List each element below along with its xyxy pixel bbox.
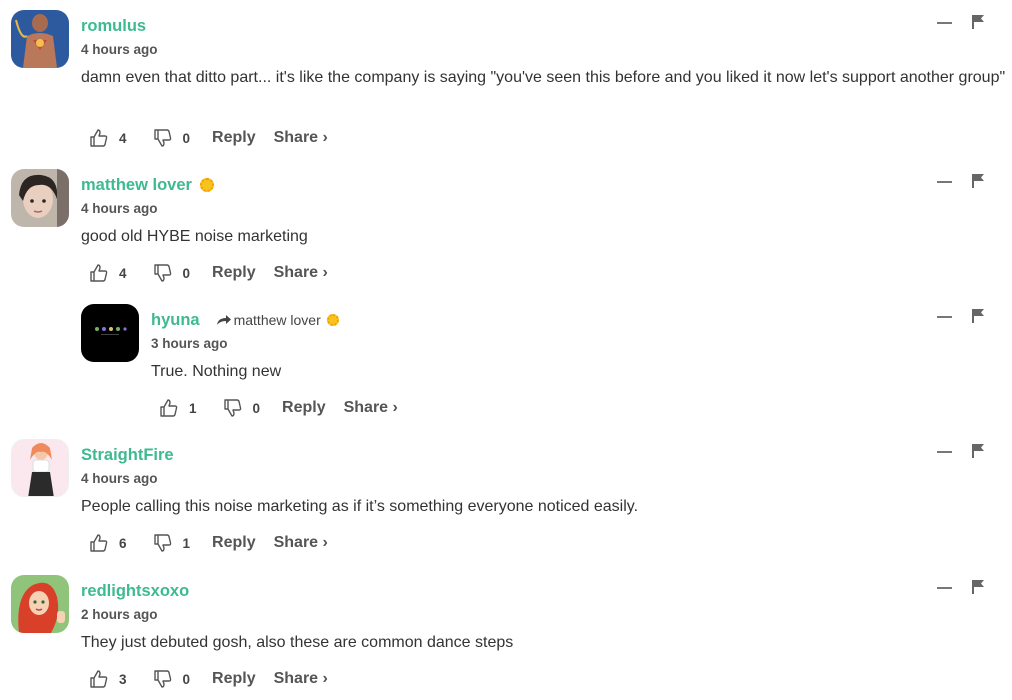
- thumbs-down-icon: [153, 129, 171, 147]
- comment-actions: 1 0 Reply Share ›: [159, 397, 398, 419]
- comment-actions: 4 0 Reply Share ›: [89, 262, 328, 284]
- comment-header: StraightFire: [81, 444, 174, 466]
- comment-header: redlightsxoxo: [81, 580, 189, 602]
- dislike-button[interactable]: 1: [153, 533, 191, 553]
- comment-text: People calling this noise marketing as i…: [81, 498, 639, 515]
- comment-header: hyuna matthew lover: [151, 309, 339, 331]
- share-button[interactable]: Share ›: [274, 670, 328, 688]
- thumbs-up-icon: [90, 534, 108, 552]
- avatar[interactable]: [11, 10, 69, 68]
- minimize-icon[interactable]: [937, 587, 952, 589]
- like-count: 6: [119, 535, 127, 551]
- thumbs-down-icon: [153, 670, 171, 688]
- dislike-count: 1: [182, 535, 191, 551]
- flag-icon[interactable]: [971, 579, 985, 595]
- reply-to-username: matthew lover: [233, 312, 321, 328]
- dislike-count: 0: [182, 671, 191, 687]
- minimize-icon[interactable]: [937, 22, 952, 24]
- share-button[interactable]: Share ›: [274, 129, 328, 147]
- minimize-icon[interactable]: [937, 451, 952, 453]
- dislike-count: 0: [182, 130, 191, 146]
- reply-button[interactable]: Reply: [212, 264, 256, 282]
- reply-button[interactable]: Reply: [212, 129, 256, 147]
- thumbs-up-icon: [160, 399, 178, 417]
- like-count: 4: [119, 265, 127, 281]
- dislike-count: 0: [182, 265, 191, 281]
- avatar[interactable]: [11, 439, 69, 497]
- username[interactable]: redlightsxoxo: [81, 582, 189, 601]
- share-button[interactable]: Share ›: [274, 534, 328, 552]
- comment-actions: 3 0 Reply Share ›: [89, 668, 328, 690]
- thumbs-down-icon: [153, 264, 171, 282]
- reply-button[interactable]: Reply: [212, 670, 256, 688]
- username[interactable]: hyuna: [151, 311, 200, 330]
- minimize-icon[interactable]: [937, 181, 952, 183]
- comment-text: damn even that ditto part... it's like t…: [81, 69, 1006, 86]
- comment-actions: 6 1 Reply Share ›: [89, 532, 328, 554]
- username[interactable]: StraightFire: [81, 446, 174, 465]
- timestamp: 4 hours ago: [81, 201, 158, 216]
- reply-button[interactable]: Reply: [212, 534, 256, 552]
- sun-badge-icon: [326, 314, 339, 326]
- like-button[interactable]: 3: [89, 669, 127, 689]
- flag-icon[interactable]: [971, 173, 985, 189]
- thumbs-up-icon: [90, 129, 108, 147]
- dislike-button[interactable]: 0: [153, 263, 191, 283]
- flag-icon[interactable]: [971, 443, 985, 459]
- dislike-button[interactable]: 0: [153, 669, 191, 689]
- comment-header: romulus: [81, 15, 146, 37]
- username[interactable]: matthew lover: [81, 176, 192, 195]
- reply-button[interactable]: Reply: [282, 399, 326, 417]
- sun-badge-icon: [199, 178, 214, 192]
- dislike-button[interactable]: 0: [153, 128, 191, 148]
- thumbs-up-icon: [90, 264, 108, 282]
- thumbs-up-icon: [90, 670, 108, 688]
- like-count: 4: [119, 130, 127, 146]
- reply-to[interactable]: matthew lover: [216, 312, 339, 328]
- username[interactable]: romulus: [81, 17, 146, 36]
- share-button[interactable]: Share ›: [344, 399, 398, 417]
- thumbs-down-icon: [153, 534, 171, 552]
- like-button[interactable]: 1: [159, 398, 197, 418]
- timestamp: 2 hours ago: [81, 607, 158, 622]
- timestamp: 3 hours ago: [151, 336, 228, 351]
- minimize-icon[interactable]: [937, 316, 952, 318]
- comment-text: They just debuted gosh, also these are c…: [81, 634, 514, 651]
- reply-arrow-icon: [216, 315, 231, 325]
- avatar[interactable]: [11, 169, 69, 227]
- share-button[interactable]: Share ›: [274, 264, 328, 282]
- thumbs-down-icon: [223, 399, 241, 417]
- timestamp: 4 hours ago: [81, 42, 158, 57]
- comment-text: good old HYBE noise marketing: [81, 228, 308, 245]
- flag-icon[interactable]: [971, 308, 985, 324]
- avatar[interactable]: [81, 304, 139, 362]
- like-count: 3: [119, 671, 127, 687]
- like-count: 1: [189, 400, 197, 416]
- comment-header: matthew lover: [81, 174, 214, 196]
- like-button[interactable]: 4: [89, 263, 127, 283]
- dislike-button[interactable]: 0: [223, 398, 261, 418]
- comment-thread: romulus 4 hours ago damn even that ditto…: [0, 0, 1012, 700]
- avatar[interactable]: [11, 575, 69, 633]
- comment-text: True. Nothing new: [151, 363, 282, 380]
- comment-actions: 4 0 Reply Share ›: [89, 127, 328, 149]
- timestamp: 4 hours ago: [81, 471, 158, 486]
- like-button[interactable]: 4: [89, 128, 127, 148]
- like-button[interactable]: 6: [89, 533, 127, 553]
- flag-icon[interactable]: [971, 14, 985, 30]
- dislike-count: 0: [252, 400, 261, 416]
